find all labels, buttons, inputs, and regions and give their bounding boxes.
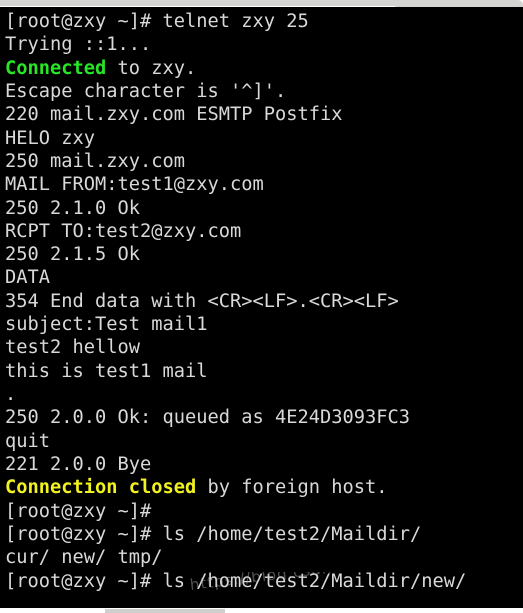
terminal-line: 354 End data with <CR><LF>.<CR><LF> [5,290,523,313]
terminal-line: Trying ::1... [5,33,523,56]
terminal-line: 220 mail.zxy.com ESMTP Postfix [5,103,523,126]
terminal-line-segment: this is test1 mail [5,360,208,382]
terminal-line-segment: subject:Test mail1 [5,314,208,336]
terminal-line: this is test1 mail [5,360,523,383]
window-chrome-top-edge [0,0,523,7]
terminal-line: quit [5,430,523,453]
terminal-line: [root@zxy ~]# ls /home/test2/Maildir/ [5,523,523,546]
terminal-line: 250 2.1.0 Ok [5,197,523,220]
terminal-line: Connection closed by foreign host. [5,476,523,499]
terminal-line: Connected to zxy. [5,57,523,80]
terminal-line-segment: to zxy. [106,57,197,79]
terminal-line: subject:Test mail1 [5,313,523,336]
terminal-line-segment: Connection closed [5,477,197,499]
terminal-line: . [5,383,523,406]
terminal-line-segment: cur/ new/ tmp/ [5,547,163,569]
terminal-line-segment: test2 hellow [5,337,141,359]
terminal-line-segment: RCPT TO:test2@zxy.com [5,220,242,242]
terminal-line-segment: by foreign host. [196,477,388,499]
terminal-line: cur/ new/ tmp/ [5,546,523,569]
terminal-line-segment: [root@zxy ~]# ls /home/test2/Maildir/new… [5,570,467,592]
terminal-line: 221 2.0.0 Bye [5,453,523,476]
terminal-line: MAIL FROM:test1@zxy.com [5,173,523,196]
terminal-line-segment: quit [5,430,51,452]
terminal-line-segment: 250 mail.zxy.com [5,150,186,172]
terminal-line: test2 hellow [5,336,523,359]
terminal-line-segment: [root@zxy ~]# telnet zxy 25 [5,11,309,32]
terminal-line-segment: 354 End data with <CR><LF>.<CR><LF> [5,290,399,312]
terminal-line-segment: MAIL FROM:test1@zxy.com [5,174,264,196]
terminal-screenshot: [root@zxy ~]# telnet zxy 25 Trying ::1...… [0,0,523,613]
terminal-line: [root@zxy ~]# telnet zxy 25 [5,10,523,33]
terminal-line-segment: Escape character is '^]'. [5,80,287,102]
terminal-line-segment: 220 mail.zxy.com ESMTP Postfix [5,104,343,126]
terminal-line-segment: 221 2.0.0 Bye [5,453,152,475]
terminal-line-segment: HELO zxy [5,127,96,149]
terminal-line: DATA [5,266,523,289]
terminal-line: RCPT TO:test2@zxy.com [5,220,523,243]
terminal-line: Escape character is '^]'. [5,80,523,103]
terminal-line: HELO zxy [5,127,523,150]
terminal-window[interactable]: [root@zxy ~]# telnet zxy 25 Trying ::1...… [0,7,523,608]
terminal-line: 250 mail.zxy.com [5,150,523,173]
terminal-line: 250 2.0.0 Ok: queued as 4E24D3093FC3 [5,406,523,429]
window-chrome-bottom-accent [105,609,225,613]
window-chrome-bottom-edge [0,608,523,613]
terminal-line: 250 2.1.5 Ok [5,243,523,266]
terminal-line-segment: Connected [5,57,107,79]
terminal-line-segment: 250 2.1.5 Ok [5,244,141,266]
terminal-line: [root@zxy ~]# ls /home/test2/Maildir/new… [5,570,523,593]
terminal-line-segment: 250 2.0.0 Ok: queued as 4E24D3093FC3 [5,407,411,429]
terminal-output: [root@zxy ~]# telnet zxy 25 Trying ::1...… [5,10,523,593]
terminal-line-segment: Trying ::1... [5,34,152,56]
terminal-line-segment: [root@zxy ~]# ls /home/test2/Maildir/ [5,523,422,545]
terminal-line-segment: DATA [5,267,51,289]
terminal-line: [root@zxy ~]# [5,500,523,523]
terminal-line-segment: . [5,384,17,405]
terminal-line-segment: 250 2.1.0 Ok [5,197,141,219]
terminal-line-segment: [root@zxy ~]# [5,500,152,522]
